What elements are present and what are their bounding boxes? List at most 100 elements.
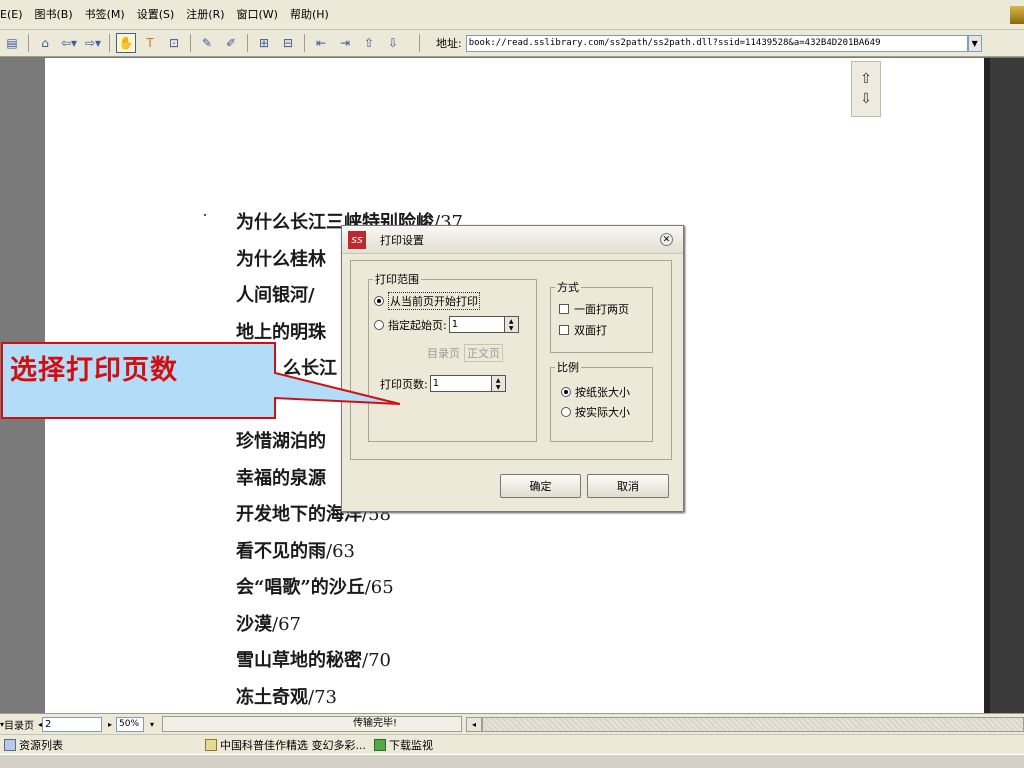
option-duplex[interactable]: 双面打	[559, 322, 607, 338]
option-scale-paper[interactable]: 按纸张大小	[561, 384, 630, 400]
toolbar-separator	[247, 34, 248, 52]
start-page-stepper[interactable]: 1 ▲ ▼	[448, 316, 519, 333]
cancel-button[interactable]: 取消	[587, 474, 669, 498]
next-arrow-icon[interactable]: ▸	[108, 720, 112, 729]
print-range-group: 打印范围 从当前页开始打印 指定起始页: 1 ▲▼ 目录页 正文页 打印页数:	[368, 273, 537, 442]
main-page-option[interactable]: 正文页	[464, 344, 503, 362]
download-monitor-tab[interactable]: 下载监视	[370, 736, 437, 754]
menu-item-settings[interactable]: 设置(S)	[131, 0, 181, 30]
address-input[interactable]: book://read.sslibrary.com/ss2path/ss2pat…	[465, 34, 968, 52]
mode-label: 方式	[555, 281, 581, 294]
pages-count-row: 打印页数: 1 ▲ ▼	[380, 375, 506, 392]
toc-dropdown[interactable]: ▾ 目录页	[0, 716, 34, 733]
status-scroll-track	[482, 716, 1024, 732]
page-number-control: ◂ 2 ▸	[38, 716, 112, 733]
option-start-page-label: 指定起始页:	[388, 318, 447, 332]
resource-list-label: 资源列表	[19, 738, 63, 752]
page-dot	[204, 214, 206, 216]
option-start-page[interactable]: 指定起始页: 1 ▲ ▼	[374, 316, 519, 333]
zoom-value[interactable]: 50%	[116, 716, 145, 732]
spin-arrows-icon[interactable]: ▲ ▼	[491, 375, 506, 392]
resource-list-tab[interactable]: 资源列表	[0, 736, 67, 754]
menu-item-bookmarks[interactable]: 书签(M)	[79, 0, 131, 30]
fit-width-icon[interactable]: ⊞	[254, 33, 274, 53]
status-bar: ▾ 目录页 ◂ 2 ▸ 50% ▾ 传输完毕! ◂	[0, 713, 1024, 734]
pen-icon[interactable]: ✐	[221, 33, 241, 53]
toc-page-option[interactable]: 目录页	[427, 345, 460, 361]
app-corner-icon	[1010, 6, 1024, 24]
prev-page-icon[interactable]: ⇧	[359, 33, 379, 53]
option-from-current-page[interactable]: 从当前页开始打印	[374, 292, 480, 310]
address-dropdown-icon[interactable]: ▼	[967, 34, 982, 52]
page-up-icon[interactable]: ⇧	[860, 71, 872, 87]
download-monitor-label: 下载监视	[389, 738, 433, 752]
right-panel	[984, 58, 1024, 713]
zoom-control[interactable]: 50% ▾	[116, 716, 154, 733]
print-settings-dialog: ss 打印设置 ✕ 打印范围 从当前页开始打印 指定起始页: 1 ▲ ▼ 目录页 …	[341, 225, 684, 512]
toolbar-separator	[419, 34, 420, 52]
pages-count-label: 打印页数:	[380, 377, 428, 391]
address-label: 地址:	[436, 37, 462, 50]
forward-icon[interactable]: ⇨▾	[83, 33, 103, 53]
toolbar-separator	[109, 34, 110, 52]
area-select-icon[interactable]: ⊡	[164, 33, 184, 53]
radio-scale-actual[interactable]	[561, 407, 571, 417]
toc-entry[interactable]: 看不见的雨/63	[236, 534, 463, 571]
dialog-title-bar[interactable]: ss 打印设置	[342, 226, 683, 254]
back-icon[interactable]: ⇦▾	[59, 33, 79, 53]
book-icon	[205, 738, 217, 751]
close-icon[interactable]: ✕	[660, 233, 673, 246]
scale-group: 比例 按纸张大小 按实际大小	[550, 361, 653, 442]
fit-page-icon[interactable]: ⊟	[278, 33, 298, 53]
text-select-icon[interactable]: T	[140, 33, 160, 53]
ok-button[interactable]: 确定	[500, 474, 581, 498]
radio-start-page[interactable]	[374, 319, 384, 330]
scroll-left-icon[interactable]: ◂	[466, 716, 483, 732]
toc-entry[interactable]: 会“唱歌”的沙丘/65	[236, 570, 463, 607]
book-tab[interactable]: 中国科普佳作精选 变幻多彩...	[201, 736, 370, 754]
checkbox-duplex[interactable]	[559, 325, 569, 335]
toolbar-separator	[28, 34, 29, 52]
last-page-icon[interactable]: ⇥	[335, 33, 355, 53]
option-scale-actual-label: 按实际大小	[575, 406, 630, 419]
page-nav: ⇧ ⇩	[851, 61, 881, 117]
radio-from-current[interactable]	[374, 296, 384, 306]
checkbox-two-per-sheet[interactable]	[559, 304, 569, 314]
callout-text: 选择打印页数	[10, 355, 178, 386]
book-tab-label: 中国科普佳作精选 变幻多彩...	[220, 738, 366, 752]
menu-item-books[interactable]: 图书(B)	[28, 0, 78, 30]
option-scale-paper-label: 按纸张大小	[575, 386, 630, 399]
toc-entry[interactable]: 雪山草地的秘密/70	[236, 643, 463, 680]
page-down-icon[interactable]: ⇩	[860, 91, 872, 107]
menu-item-e[interactable]: E(E)	[0, 0, 28, 30]
radio-scale-paper[interactable]	[561, 387, 571, 397]
option-scale-actual[interactable]: 按实际大小	[561, 404, 630, 420]
start-page-input[interactable]: 1	[448, 316, 505, 333]
bottom-dock: 资源列表 中国科普佳作精选 变幻多彩... 下载监视	[0, 734, 1024, 754]
first-page-icon[interactable]: ⇤	[311, 33, 331, 53]
annotate-icon[interactable]: ✎	[197, 33, 217, 53]
dialog-body: 打印范围 从当前页开始打印 指定起始页: 1 ▲▼ 目录页 正文页 打印页数:	[350, 260, 672, 460]
menu-item-help[interactable]: 帮助(H)	[284, 0, 335, 30]
page-number-input[interactable]: 2	[42, 716, 103, 732]
toc-entry[interactable]: 冻土奇观/73	[236, 680, 463, 717]
home-icon[interactable]: ⌂	[35, 33, 55, 53]
pages-count-stepper[interactable]: 1 ▲ ▼	[429, 375, 506, 392]
hand-tool-icon[interactable]: ✋	[116, 33, 136, 53]
menu-item-register[interactable]: 注册(R)	[180, 0, 230, 30]
option-from-current-label: 从当前页开始打印	[388, 292, 480, 310]
menu-bar: E(E) 图书(B) 书签(M) 设置(S) 注册(R) 窗口(W) 帮助(H)	[0, 0, 1024, 30]
next-page-icon[interactable]: ⇩	[383, 33, 403, 53]
panel-toggle-icon[interactable]: ▤	[2, 33, 22, 53]
download-icon	[374, 738, 386, 751]
print-range-label: 打印范围	[373, 273, 421, 286]
resource-list-icon	[4, 738, 16, 751]
toc-entry[interactable]: 沙漠/67	[236, 607, 463, 644]
transfer-status: 传输完毕!	[162, 716, 463, 732]
menu-item-window[interactable]: 窗口(W)	[231, 0, 284, 30]
toc-dropdown-label: 目录页	[4, 720, 35, 732]
spin-arrows-icon[interactable]: ▲ ▼	[504, 316, 519, 333]
pages-count-input[interactable]: 1	[429, 375, 492, 392]
zoom-dropdown-icon[interactable]: ▾	[150, 720, 154, 729]
option-two-per-sheet[interactable]: 一面打两页	[559, 301, 629, 317]
